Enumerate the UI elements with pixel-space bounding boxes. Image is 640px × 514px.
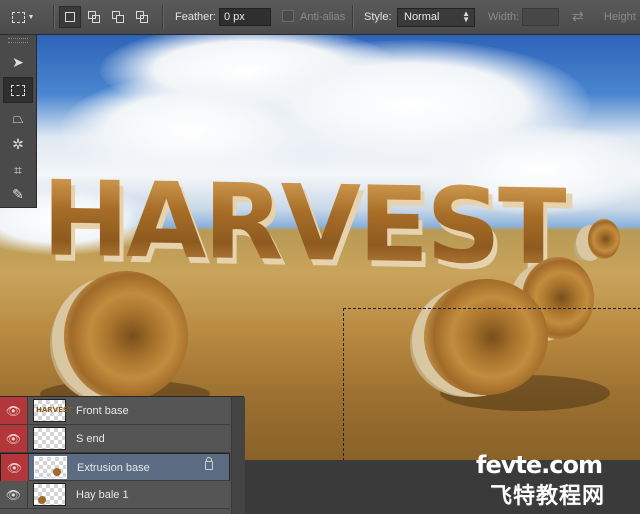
layer-row[interactable]: 👁 HARVEST Front base <box>0 397 230 425</box>
panel-grip[interactable] <box>8 38 28 43</box>
bale-thumb-mark <box>53 468 61 476</box>
layer-row-selected[interactable]: 👁 Extrusion base <box>0 453 230 481</box>
layer-row[interactable]: 👁 Hay bale 1 <box>0 481 230 509</box>
rect-marquee-icon <box>11 84 25 96</box>
antialias-label: Anti-alias <box>300 11 346 23</box>
marquee-tool[interactable] <box>3 77 33 103</box>
layers-scrollbar[interactable] <box>231 397 245 514</box>
layer-row[interactable]: 👁 S end <box>0 425 230 453</box>
eye-icon[interactable]: 👁 <box>0 481 28 508</box>
headline-text: HARVEST <box>42 157 566 289</box>
style-select[interactable]: Normal ▲ ▼ <box>397 8 475 27</box>
watermark-chinese: 飞特教程网 <box>490 484 606 509</box>
watermark: fevte.com 飞特教程网 <box>476 451 636 511</box>
magic-wand-tool[interactable]: ✲ <box>3 131 33 157</box>
move-icon: ➤ <box>12 53 24 70</box>
bale-thumb-mark <box>38 496 46 504</box>
antialias-checkbox[interactable] <box>282 10 294 22</box>
feather-label: Feather: <box>175 11 216 23</box>
layer-thumbnail[interactable] <box>33 483 66 506</box>
divider <box>352 5 354 29</box>
swap-arrows-icon[interactable]: ⇄ <box>572 8 584 25</box>
magic-wand-icon: ✲ <box>12 135 24 152</box>
chevron-down-icon: ▼ <box>27 13 35 21</box>
layer-name: Front base <box>76 405 129 417</box>
new-selection-icon <box>65 12 75 22</box>
intersect-selection-icon <box>136 11 148 23</box>
lasso-tool[interactable]: ⏢ <box>3 105 33 131</box>
width-label: Width: <box>488 11 520 23</box>
layer-thumbnail[interactable]: HARVEST <box>33 399 73 422</box>
tools-panel: ➤ ⏢ ✲ ⌗ ✎ <box>0 35 37 208</box>
layers-panel: 👁 HARVEST Front base 👁 S end 👁 Extrusion… <box>0 396 245 514</box>
add-selection-icon <box>88 11 100 23</box>
intersect-selection-button[interactable] <box>131 6 153 28</box>
options-bar: ▼ Feather: 0 px Anti-alias Style: Normal… <box>0 0 640 35</box>
height-label: Height <box>604 11 636 23</box>
layer-name: Hay bale 1 <box>76 489 129 501</box>
style-select-value: Normal <box>404 11 440 23</box>
eye-icon[interactable]: 👁 <box>0 425 28 452</box>
add-to-selection-button[interactable] <box>83 6 105 28</box>
polygonal-lasso-icon: ⏢ <box>12 109 24 126</box>
marquee-preset-icon <box>11 11 25 23</box>
hay-bale <box>588 219 620 259</box>
divider <box>53 5 55 29</box>
subtract-from-selection-button[interactable] <box>107 6 129 28</box>
width-input[interactable] <box>522 8 559 26</box>
selection-marquee[interactable] <box>343 308 640 460</box>
hay-bale <box>64 271 188 401</box>
move-tool[interactable]: ➤ <box>3 49 33 75</box>
watermark-url: fevte.com <box>476 451 603 479</box>
layer-name: S end <box>76 433 105 445</box>
style-label: Style: <box>364 11 392 23</box>
eyedropper-icon: ✎ <box>12 185 24 202</box>
subtract-selection-icon <box>112 11 124 23</box>
crop-icon: ⌗ <box>14 161 22 178</box>
divider <box>162 5 164 29</box>
eye-icon[interactable]: 👁 <box>1 454 29 481</box>
thumbnail-text: HARVEST <box>36 406 73 414</box>
crop-tool[interactable]: ⌗ <box>3 157 33 183</box>
eyedropper-tool[interactable]: ✎ <box>3 181 33 207</box>
feather-input[interactable]: 0 px <box>219 8 271 26</box>
eye-icon[interactable]: 👁 <box>0 397 28 424</box>
new-selection-button[interactable] <box>59 6 81 28</box>
layer-name: Extrusion base <box>77 462 150 474</box>
tool-preset-picker[interactable]: ▼ <box>8 6 38 28</box>
lock-icon <box>205 457 213 470</box>
updown-arrows-icon: ▲ ▼ <box>462 9 470 24</box>
layer-thumbnail[interactable] <box>34 456 67 479</box>
layer-thumbnail[interactable] <box>33 427 66 450</box>
